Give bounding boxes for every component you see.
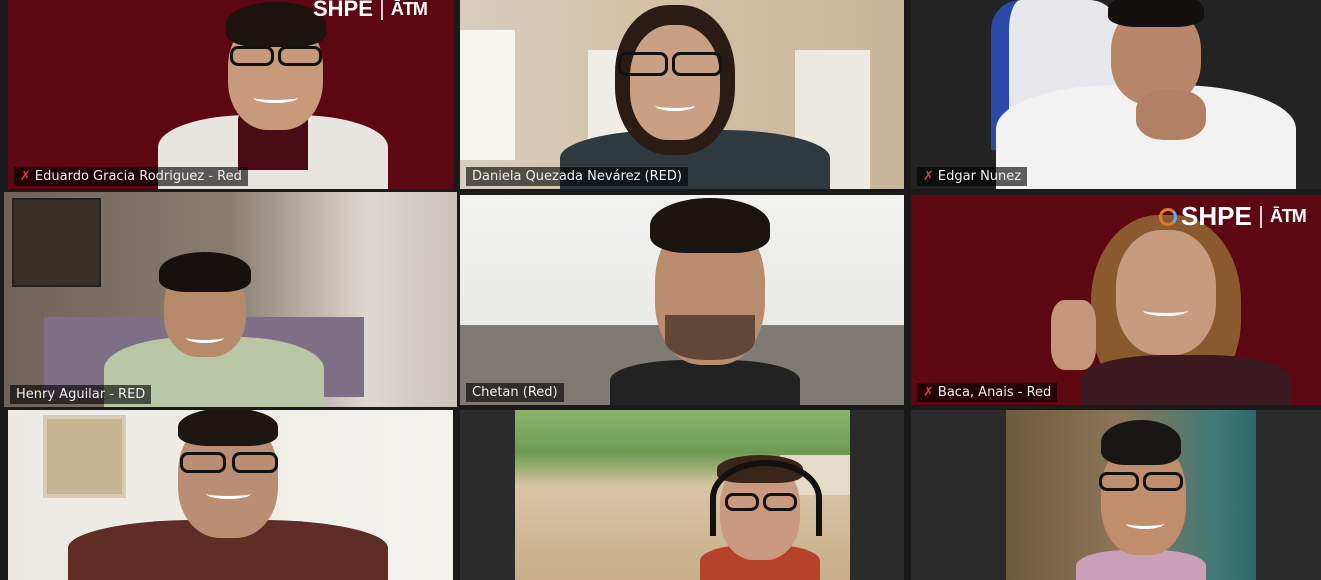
participant-name-tag: Daniela Quezada Nevárez (RED)	[466, 167, 688, 186]
participant-video	[158, 0, 388, 189]
video-tile-1[interactable]: SHPE ĀTM ✗ Eduardo Gracia Rodriguez - Red	[8, 0, 453, 189]
participant-video	[610, 195, 800, 405]
participant-name-tag: ✗ Eduardo Gracia Rodriguez - Red	[14, 167, 248, 186]
video-tile-5[interactable]: Chetan (Red)	[460, 195, 904, 405]
participant-name-tag: Chetan (Red)	[466, 383, 564, 402]
mic-muted-icon: ✗	[923, 169, 934, 184]
participant-video	[68, 410, 388, 580]
video-tile-4[interactable]: Henry Aguilar - RED	[4, 192, 457, 407]
shpe-logo: SHPE ĀTM	[1159, 201, 1307, 232]
room-window	[460, 30, 515, 160]
participant-name-tag: ✗ Edgar Nunez	[917, 167, 1028, 186]
participant-video	[1051, 215, 1321, 405]
video-tile-8[interactable]	[460, 410, 904, 580]
video-tile-9[interactable]	[911, 410, 1321, 580]
participant-name-tag: Henry Aguilar - RED	[10, 385, 152, 404]
shpe-logo: SHPE ĀTM	[313, 0, 428, 21]
thumbs-up-hand	[1051, 300, 1096, 370]
participant-video-frame	[515, 410, 850, 580]
participant-video	[1061, 420, 1221, 580]
participant-video	[695, 455, 825, 580]
video-tile-6[interactable]: SHPE ĀTM ✗ Baca, Anais - Red	[911, 195, 1321, 405]
participant-video	[560, 0, 830, 189]
video-tile-3[interactable]: ✗ Edgar Nunez	[911, 0, 1321, 189]
video-tile-7[interactable]	[8, 410, 453, 580]
video-tile-2[interactable]: Daniela Quezada Nevárez (RED)	[460, 0, 904, 189]
hand	[1136, 90, 1206, 140]
mic-muted-icon: ✗	[923, 385, 934, 400]
participant-video	[104, 247, 324, 407]
participant-name-tag: ✗ Baca, Anais - Red	[917, 383, 1058, 402]
beard	[665, 315, 755, 360]
participant-video	[996, 0, 1316, 189]
mic-muted-icon: ✗	[20, 169, 31, 184]
wall-picture	[12, 198, 101, 287]
participant-video-frame	[1006, 410, 1256, 580]
